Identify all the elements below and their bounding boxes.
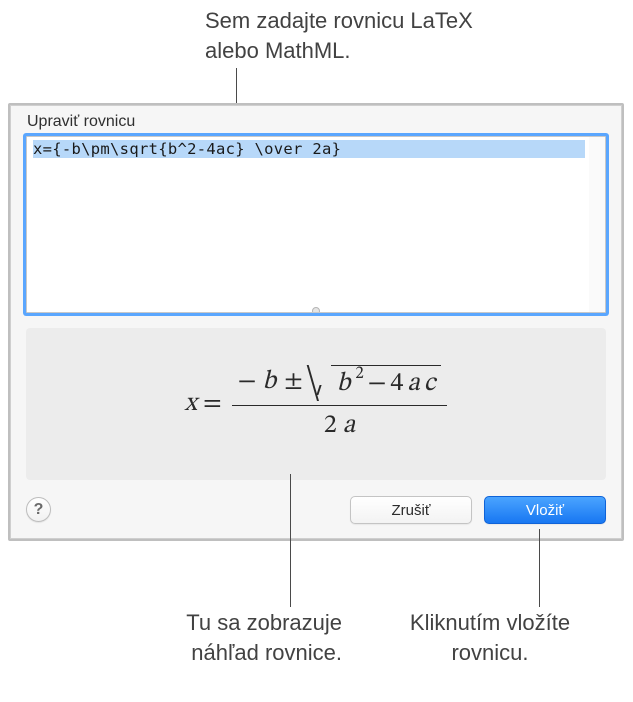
help-button[interactable]: ? — [26, 497, 51, 522]
rendered-equation: x = −b ± b2 − 4ac — [185, 361, 448, 448]
radical-icon — [311, 365, 331, 401]
cancel-button[interactable]: Zrušiť — [350, 496, 472, 524]
eq-var-x: x — [185, 388, 197, 421]
eq-sqrt: b2 − 4ac — [311, 365, 442, 401]
equation-preview: x = −b ± b2 − 4ac — [26, 328, 606, 480]
callout-top-text: Sem zadajte rovnicu LaTeXalebo MathML. — [205, 6, 473, 65]
eq-b2-exp: 2 — [355, 364, 363, 385]
help-icon: ? — [34, 501, 44, 519]
eq-a: a — [407, 368, 419, 401]
equation-input-value: x={-b\pm\sqrt{b^2-4ac} \over 2a} — [33, 140, 585, 158]
eq-minus: − — [238, 366, 257, 399]
eq-den-a: a — [343, 410, 355, 443]
callout-bottom-left-text: Tu sa zobrazujenáhľad rovnice. — [102, 608, 342, 667]
dialog-button-row: Zrušiť Vložiť — [350, 496, 606, 524]
dialog-title: Upraviť rovnicu — [27, 113, 135, 131]
eq-minus2: − — [368, 368, 387, 401]
insert-button[interactable]: Vložiť — [484, 496, 606, 524]
eq-c: c — [424, 368, 436, 401]
eq-numerator: −b ± b2 − 4ac — [232, 361, 448, 405]
equation-input[interactable]: x={-b\pm\sqrt{b^2-4ac} \over 2a} — [26, 136, 606, 313]
eq-four: 4 — [390, 368, 403, 401]
callout-bottom-left-leader-line — [290, 474, 291, 607]
eq-two: 2 — [324, 410, 337, 443]
equation-input-scrollbar[interactable] — [589, 137, 605, 312]
equation-dialog-body: Upraviť rovnicu x={-b\pm\sqrt{b^2-4ac} \… — [10, 105, 622, 539]
eq-equals: = — [203, 388, 222, 421]
equation-dialog: Upraviť rovnicu x={-b\pm\sqrt{b^2-4ac} \… — [8, 103, 624, 541]
eq-radicand: b2 − 4ac — [331, 365, 442, 401]
callout-bottom-right-leader-line — [539, 529, 540, 607]
eq-denominator: 2a — [318, 406, 361, 447]
eq-plusminus: ± — [282, 366, 305, 399]
eq-b2-base: b — [337, 368, 351, 401]
eq-b: b — [262, 366, 276, 399]
resize-handle-icon[interactable] — [312, 307, 320, 313]
callout-bottom-right-text: Kliknutím vložíterovnicu. — [370, 608, 610, 667]
eq-fraction: −b ± b2 − 4ac 2a — [232, 361, 448, 448]
